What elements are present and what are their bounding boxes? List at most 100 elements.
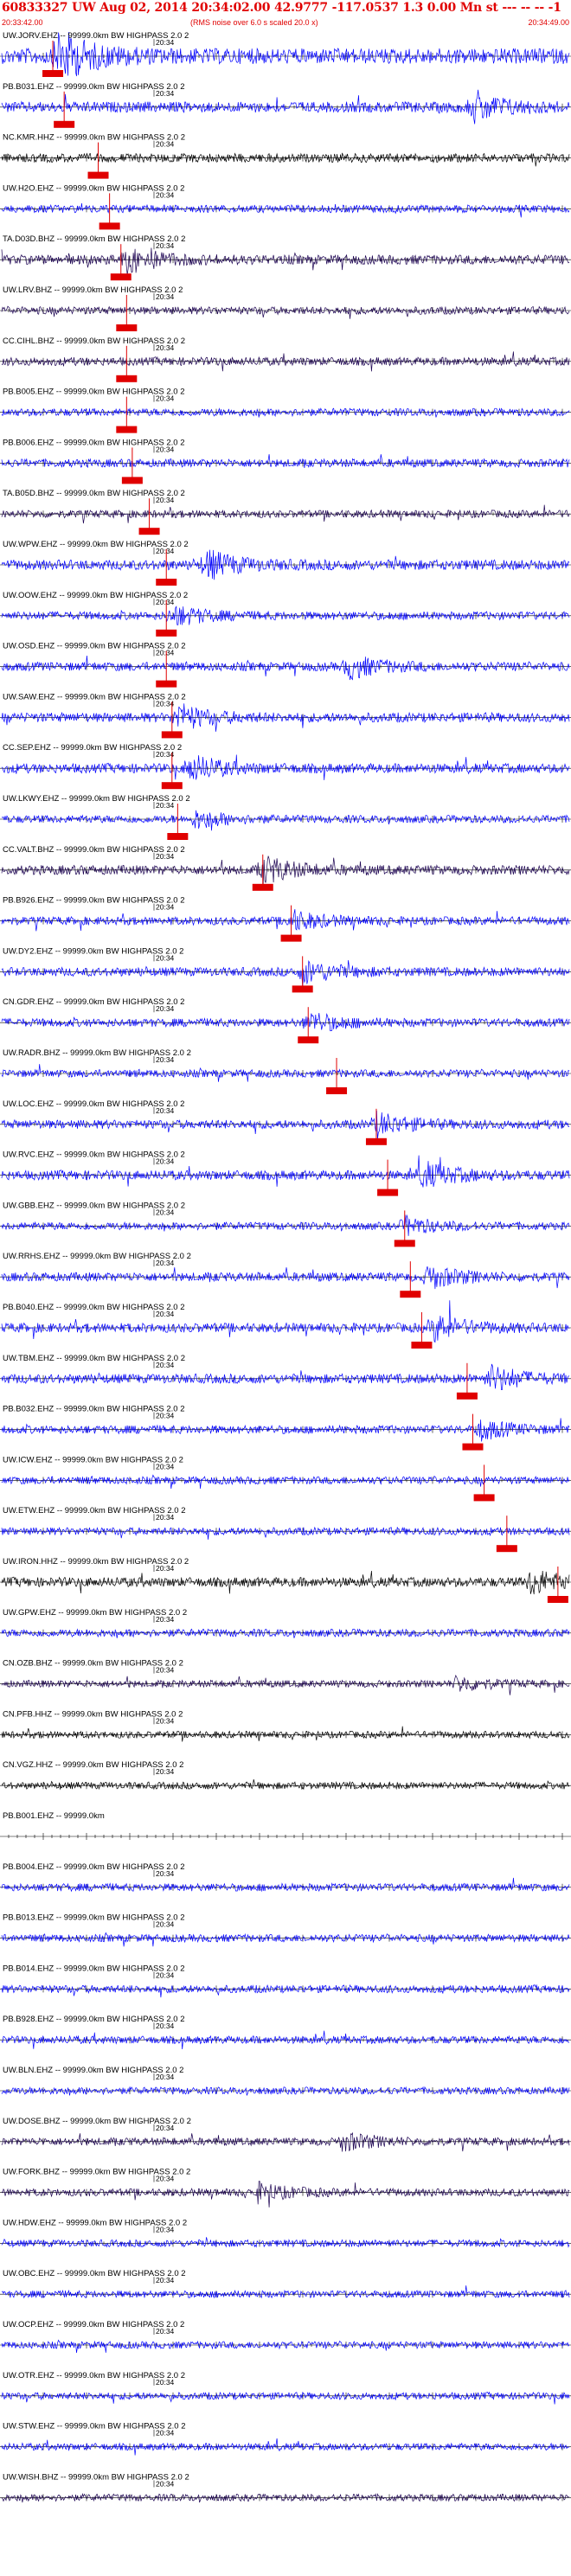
trace-row: UW.FORK.BHZ -- 99999.0km BW HIGHPASS 2.0… bbox=[0, 2168, 571, 2208]
trace-row: UW.IRON.HHZ -- 99999.0km BW HIGHPASS 2.0… bbox=[0, 1557, 571, 1603]
minute-label: 20:34 bbox=[156, 1106, 175, 1115]
waveform bbox=[1, 1570, 570, 1595]
trace-row: PB.B001.EHZ -- 99999.0km bbox=[0, 1811, 571, 1840]
pick-marker bbox=[462, 1443, 484, 1451]
trace-row: UW.OTR.EHZ -- 99999.0km BW HIGHPASS 2.0 … bbox=[0, 2371, 571, 2405]
waveform bbox=[1, 1877, 570, 1893]
trace-row: UW.LKWY.EHZ -- 99999.0km BW HIGHPASS 2.0… bbox=[0, 794, 571, 840]
minute-label: 20:34 bbox=[156, 801, 175, 810]
seismogram-plot: UW.JORV.EHZ -- 99999.0km BW HIGHPASS 2.0… bbox=[0, 31, 571, 2503]
trace-row: PB.B926.EHZ -- 99999.0km BW HIGHPASS 2.0… bbox=[0, 896, 571, 942]
minute-label: 20:34 bbox=[156, 38, 175, 47]
minute-label: 20:34 bbox=[156, 1055, 175, 1064]
trace-row: UW.OBC.EHZ -- 99999.0km BW HIGHPASS 2.0 … bbox=[0, 2269, 571, 2299]
trace-row: UW.ETW.EHZ -- 99999.0km BW HIGHPASS 2.0 … bbox=[0, 1506, 571, 1553]
trace-row: UW.WISH.BHZ -- 99999.0km BW HIGHPASS 2.0… bbox=[0, 2472, 571, 2503]
pick-marker bbox=[400, 1291, 421, 1298]
trace-row: UW.DOSE.BHZ -- 99999.0km BW HIGHPASS 2.0… bbox=[0, 2117, 571, 2152]
minute-label: 20:34 bbox=[156, 1259, 175, 1267]
pick-marker bbox=[167, 833, 189, 840]
waveform bbox=[1, 655, 570, 681]
minute-label: 20:34 bbox=[156, 292, 175, 301]
trace-row: UW.RVC.EHZ -- 99999.0km BW HIGHPASS 2.0 … bbox=[0, 1150, 571, 1196]
pick-marker bbox=[411, 1342, 433, 1349]
waveform bbox=[1, 2131, 570, 2152]
trace-row: PB.B004.EHZ -- 99999.0km BW HIGHPASS 2.0… bbox=[0, 1862, 571, 1893]
minute-label: 20:34 bbox=[156, 2327, 175, 2336]
minute-label: 20:34 bbox=[156, 2378, 175, 2387]
pick-marker bbox=[161, 782, 183, 790]
minute-label: 20:34 bbox=[156, 1869, 175, 1878]
pick-marker bbox=[496, 1545, 517, 1553]
minute-label: 20:34 bbox=[156, 547, 175, 555]
trace-row: CC.VALT.BHZ -- 99999.0km BW HIGHPASS 2.0… bbox=[0, 845, 571, 891]
minute-label: 20:34 bbox=[156, 496, 175, 504]
minute-label: 20:34 bbox=[156, 1970, 175, 1979]
pick-marker bbox=[280, 934, 302, 942]
minute-label: 20:34 bbox=[156, 1564, 175, 1573]
minute-label: 20:34 bbox=[156, 2022, 175, 2030]
minute-label: 20:34 bbox=[156, 1310, 175, 1318]
trace-row: UW.JORV.EHZ -- 99999.0km BW HIGHPASS 2.0… bbox=[0, 31, 571, 77]
trace-row: UW.H2O.EHZ -- 99999.0km BW HIGHPASS 2.0 … bbox=[0, 183, 571, 230]
minute-label: 20:34 bbox=[156, 2124, 175, 2132]
minute-label: 20:34 bbox=[156, 1208, 175, 1216]
event-title: 60833327 UW Aug 02, 2014 20:34:02.00 42.… bbox=[2, 1, 561, 15]
trace-row: UW.DY2.EHZ -- 99999.0km BW HIGHPASS 2.0 … bbox=[0, 946, 571, 993]
trace-row: NC.KMR.HHZ -- 99999.0km BW HIGHPASS 2.0 … bbox=[0, 133, 571, 179]
pick-marker bbox=[156, 629, 177, 637]
minute-label: 20:34 bbox=[156, 1361, 175, 1369]
minute-label: 20:34 bbox=[156, 2175, 175, 2183]
waveform bbox=[1, 305, 570, 319]
minute-label: 20:34 bbox=[156, 1920, 175, 1929]
station-label: PB.B001.EHZ -- 99999.0km bbox=[3, 1811, 105, 1821]
trace-row: PB.B005.EHZ -- 99999.0km BW HIGHPASS 2.0… bbox=[0, 388, 571, 433]
pick-marker bbox=[110, 273, 132, 281]
trace-row: CC.CIHL.BHZ -- 99999.0km BW HIGHPASS 2.0… bbox=[0, 336, 571, 382]
trace-row: UW.LOC.EHZ -- 99999.0km BW HIGHPASS 2.0 … bbox=[0, 1099, 571, 1145]
trace-row: UW.GPW.EHZ -- 99999.0km BW HIGHPASS 2.0 … bbox=[0, 1608, 571, 1638]
trace-row: UW.SAW.EHZ -- 99999.0km BW HIGHPASS 2.0 … bbox=[0, 692, 571, 739]
pick-marker bbox=[54, 120, 75, 128]
rms-note: (RMS noise over 6.0 s scaled 20.0 x) bbox=[190, 18, 318, 27]
trace-row: UW.WPW.EHZ -- 99999.0km BW HIGHPASS 2.0 … bbox=[0, 540, 571, 586]
minute-label: 20:34 bbox=[156, 445, 175, 453]
pick-marker bbox=[87, 171, 109, 179]
minute-label: 20:34 bbox=[156, 1666, 175, 1675]
waveform bbox=[1, 2181, 570, 2208]
trace-row: CN.OZB.BHZ -- 99999.0km BW HIGHPASS 2.0 … bbox=[0, 1659, 571, 1695]
pick-marker bbox=[116, 375, 138, 382]
waveform bbox=[1, 1628, 570, 1638]
trace-row: PB.B928.EHZ -- 99999.0km BW HIGHPASS 2.0… bbox=[0, 2015, 571, 2050]
trace-row: PB.B032.EHZ -- 99999.0km BW HIGHPASS 2.0… bbox=[0, 1405, 571, 1451]
trace-row: UW.GBB.EHZ -- 99999.0km BW HIGHPASS 2.0 … bbox=[0, 1201, 571, 1247]
pick-marker bbox=[156, 680, 177, 688]
trace-row: UW.TBM.EHZ -- 99999.0km BW HIGHPASS 2.0 … bbox=[0, 1354, 571, 1400]
waveform bbox=[1, 1363, 570, 1390]
minute-label: 20:34 bbox=[156, 241, 175, 250]
minute-label: 20:34 bbox=[156, 2225, 175, 2233]
minute-label: 20:34 bbox=[156, 140, 175, 149]
trace-row: UW.RADR.BHZ -- 99999.0km BW HIGHPASS 2.0… bbox=[0, 1048, 571, 1094]
trace-row: UW.BLN.EHZ -- 99999.0km BW HIGHPASS 2.0 … bbox=[0, 2066, 571, 2096]
pick-marker bbox=[116, 324, 138, 331]
minute-label: 20:34 bbox=[156, 1615, 175, 1624]
pick-marker bbox=[377, 1189, 399, 1196]
trace-row: UW.OOW.EHZ -- 99999.0km BW HIGHPASS 2.0 … bbox=[0, 591, 571, 637]
trace-row: PB.B006.EHZ -- 99999.0km BW HIGHPASS 2.0… bbox=[0, 438, 571, 484]
minute-label: 20:34 bbox=[156, 2276, 175, 2284]
pick-marker bbox=[161, 731, 183, 739]
waveform bbox=[1, 1983, 570, 1998]
header: 60833327 UW Aug 02, 2014 20:34:02.00 42.… bbox=[0, 0, 571, 32]
waveform bbox=[1, 1155, 570, 1188]
waveform bbox=[1, 2391, 570, 2405]
trace-row: PB.B031.EHZ -- 99999.0km BW HIGHPASS 2.0… bbox=[0, 82, 571, 128]
minute-label: 20:34 bbox=[156, 2429, 175, 2438]
end-time: 20:34:49.00 bbox=[528, 18, 569, 27]
minute-label: 20:34 bbox=[156, 953, 175, 962]
pick-marker bbox=[42, 70, 64, 77]
trace-row: UW.RRHS.EHZ -- 99999.0km BW HIGHPASS 2.0… bbox=[0, 1252, 571, 1298]
trace-row: CN.GDR.EHZ -- 99999.0km BW HIGHPASS 2.0 … bbox=[0, 997, 571, 1044]
pick-marker bbox=[473, 1494, 495, 1502]
trace-row: TA.B05D.BHZ -- 99999.0km BW HIGHPASS 2.0… bbox=[0, 489, 571, 535]
